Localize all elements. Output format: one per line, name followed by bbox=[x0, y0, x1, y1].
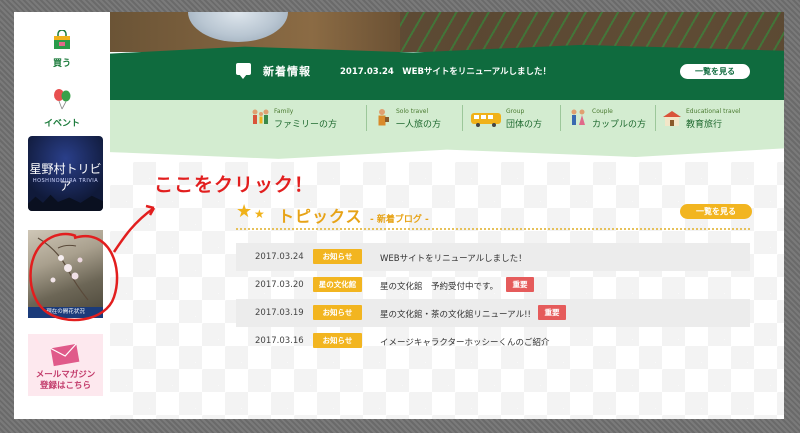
couple-icon bbox=[571, 109, 585, 125]
school-icon bbox=[663, 111, 681, 126]
category-jp-label: カップルの方 bbox=[592, 120, 647, 130]
dotted-divider bbox=[236, 228, 750, 230]
topic-tag: お知らせ bbox=[313, 305, 362, 320]
category-jp-label: 一人旅の方 bbox=[396, 120, 442, 130]
bus-icon bbox=[471, 113, 501, 127]
category-jp-label: 教育旅行 bbox=[686, 120, 723, 130]
topic-date: 2017.03.20 bbox=[255, 280, 304, 290]
topic-row[interactable]: 2017.03.19 お知らせ 星の文化館・茶の文化館リニューアル!! 重要 bbox=[236, 299, 750, 327]
category-educational[interactable]: Educational travel 教育旅行 bbox=[662, 105, 772, 131]
trivia-title: 星野村トリビア bbox=[29, 162, 102, 193]
category-family[interactable]: Family ファミリーの方 bbox=[250, 105, 360, 131]
category-en-label: Family bbox=[274, 108, 294, 115]
topic-title-link[interactable]: 星の文化館 予約受付中です。 bbox=[380, 280, 498, 292]
tree-silhouette bbox=[28, 194, 103, 211]
category-divider bbox=[655, 105, 656, 131]
sidebar-item-buy[interactable]: 買う bbox=[14, 29, 110, 69]
category-jp-label: 団体の方 bbox=[506, 120, 543, 130]
sidebar-item-label: 買う bbox=[52, 59, 71, 69]
topic-row[interactable]: 2017.03.20 星の文化館 星の文化館 予約受付中です。 重要 bbox=[236, 271, 750, 299]
topic-title-link[interactable]: 星の文化館・茶の文化館リニューアル!! bbox=[380, 308, 531, 320]
news-latest-link[interactable]: 2017.03.24 WEBサイトをリニューアルしました！ bbox=[340, 65, 551, 77]
balloon-icon bbox=[54, 89, 71, 110]
topics-subtitle: - 新着ブログ - bbox=[370, 215, 429, 225]
important-badge: 重要 bbox=[538, 305, 566, 320]
topic-date: 2017.03.19 bbox=[255, 308, 304, 318]
category-divider bbox=[366, 105, 367, 131]
flower-photo bbox=[37, 237, 89, 301]
category-group[interactable]: Group 団体の方 bbox=[470, 105, 570, 131]
sidebar-item-event[interactable]: イベント bbox=[14, 88, 110, 129]
news-more-button[interactable]: 一覧を見る bbox=[680, 64, 750, 79]
mail-magazine-label: メールマガジン 登録はこちら bbox=[35, 370, 96, 391]
hero-image bbox=[110, 12, 784, 52]
topic-tag: お知らせ bbox=[313, 249, 362, 264]
important-badge: 重要 bbox=[506, 277, 534, 292]
star-icon: ★ bbox=[254, 207, 265, 221]
topic-title-link[interactable]: イメージキャラクターホッシーくんのご紹介 bbox=[380, 336, 550, 348]
trivia-banner[interactable]: 星野村トリビア HOSHINOMURA TRIVIA bbox=[28, 136, 103, 211]
solo-traveler-icon bbox=[378, 109, 389, 126]
flower-caption: 現在の開花状況 bbox=[28, 307, 103, 318]
speech-bubble-icon bbox=[236, 63, 251, 79]
topic-row[interactable]: 2017.03.24 お知らせ WEBサイトをリニューアルしました！ bbox=[236, 243, 750, 271]
category-solo[interactable]: Solo travel 一人旅の方 bbox=[372, 105, 462, 131]
click-here-annotation: ここをクリック！ bbox=[154, 174, 315, 196]
category-jp-label: ファミリーの方 bbox=[274, 120, 338, 130]
topics-more-button[interactable]: 一覧を見る bbox=[680, 204, 752, 219]
browser-viewport: 買う イベント 星野村トリビア HOSHINOMURA TRIVIA 現在の開花… bbox=[14, 12, 784, 419]
topic-row[interactable]: 2017.03.16 お知らせ イメージキャラクターホッシーくんのご紹介 bbox=[236, 327, 750, 355]
family-icon bbox=[252, 109, 269, 124]
envelope-icon bbox=[50, 343, 80, 367]
mail-magazine-banner[interactable]: メールマガジン 登録はこちら bbox=[28, 334, 103, 396]
topic-date: 2017.03.16 bbox=[255, 336, 304, 346]
category-en-label: Solo travel bbox=[396, 108, 429, 115]
topics-title: トピックス bbox=[278, 207, 363, 226]
shopping-bag-icon bbox=[54, 29, 70, 49]
category-en-label: Educational travel bbox=[686, 108, 741, 115]
news-title: 新着情報 bbox=[263, 65, 311, 78]
tea-cup-photo bbox=[188, 12, 288, 42]
left-sidebar: 買う イベント 星野村トリビア HOSHINOMURA TRIVIA 現在の開花… bbox=[14, 12, 110, 419]
topic-date: 2017.03.24 bbox=[255, 252, 304, 262]
topic-tag: お知らせ bbox=[313, 333, 362, 348]
category-en-label: Couple bbox=[592, 108, 613, 115]
trivia-subtitle: HOSHINOMURA TRIVIA bbox=[32, 178, 99, 184]
flower-status-banner[interactable]: 現在の開花状況 bbox=[28, 230, 103, 318]
topic-title-link[interactable]: WEBサイトをリニューアルしました！ bbox=[380, 252, 527, 264]
category-divider bbox=[560, 105, 561, 131]
category-en-label: Group bbox=[506, 108, 525, 115]
category-couple[interactable]: Couple カップルの方 bbox=[568, 105, 668, 131]
sidebar-item-label: イベント bbox=[43, 119, 80, 129]
category-divider bbox=[462, 105, 463, 131]
star-icon: ★ bbox=[236, 201, 253, 222]
topic-tag: 星の文化館 bbox=[313, 277, 362, 292]
